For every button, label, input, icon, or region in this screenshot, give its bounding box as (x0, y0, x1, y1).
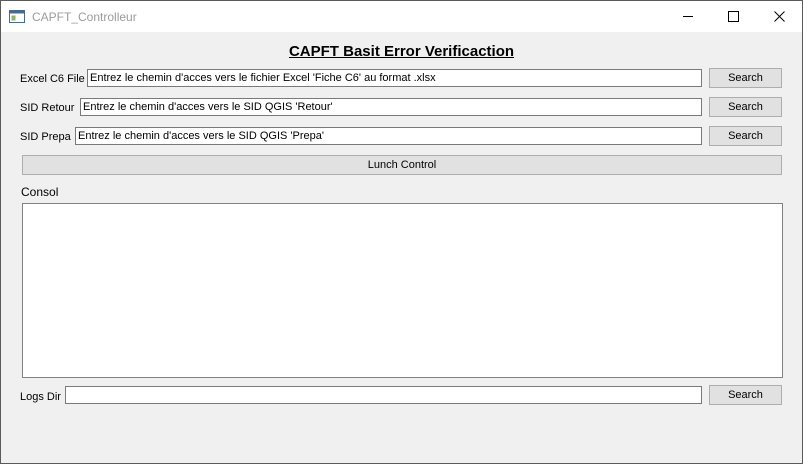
close-icon (774, 11, 785, 22)
sid-prepa-label: SID Prepa (20, 131, 71, 143)
excel-file-label: Excel C6 File (20, 73, 85, 85)
logs-dir-input[interactable] (65, 386, 702, 404)
console-output[interactable] (22, 203, 783, 378)
maximize-button[interactable] (710, 1, 756, 32)
maximize-icon (728, 11, 739, 22)
minimize-button[interactable] (665, 1, 711, 32)
page-heading: CAPFT Basit Error Verificaction (288, 43, 515, 60)
sid-retour-input[interactable]: Entrez le chemin d'acces vers le SID QGI… (80, 98, 702, 116)
sid-prepa-search-button[interactable]: Search (709, 126, 782, 146)
excel-file-input[interactable]: Entrez le chemin d'acces vers le fichier… (87, 69, 702, 87)
excel-search-button[interactable]: Search (709, 68, 782, 88)
launch-control-button[interactable]: Lunch Control (22, 155, 782, 175)
logs-dir-label: Logs Dir (20, 391, 61, 403)
close-button[interactable] (756, 1, 802, 32)
app-window: CAPFT_Controlleur CAPFT Basit Error Veri… (0, 0, 803, 464)
app-window-icon (9, 10, 25, 23)
console-label: Consol (21, 185, 59, 199)
window-title: CAPFT_Controlleur (32, 10, 137, 24)
logs-search-button[interactable]: Search (709, 385, 782, 405)
title-bar[interactable]: CAPFT_Controlleur (1, 1, 802, 32)
sid-retour-label: SID Retour (20, 102, 75, 114)
sid-retour-search-button[interactable]: Search (709, 97, 782, 117)
sid-prepa-input[interactable]: Entrez le chemin d'acces vers le SID QGI… (75, 127, 702, 145)
minimize-icon (683, 16, 693, 17)
